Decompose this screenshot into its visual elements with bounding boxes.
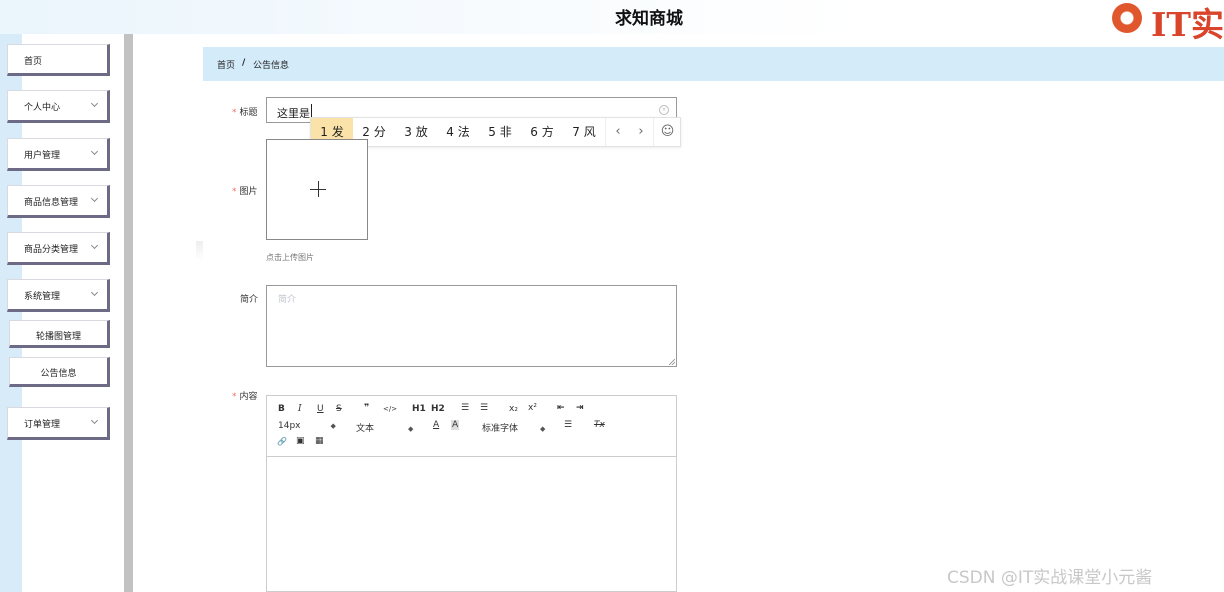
background-color-button[interactable]: A (451, 420, 460, 430)
h2-button[interactable]: H2 (431, 404, 445, 414)
clear-format-button[interactable]: Tx (594, 420, 605, 430)
superscript-button[interactable]: x² (528, 403, 537, 413)
sidebar-item-orders[interactable]: 订单管理 (7, 407, 110, 440)
sidebar-item-product-info[interactable]: 商品信息管理 (7, 185, 110, 218)
clear-icon[interactable]: × (659, 105, 669, 115)
breadcrumb: 首页 / 公告信息 (203, 47, 1224, 81)
select-arrow-icon: ◆ (540, 425, 546, 433)
logo-icon (1112, 3, 1142, 33)
chevron-down-icon (90, 147, 99, 156)
title-input-value: 这里是 (277, 107, 310, 120)
chevron-down-icon (90, 288, 99, 297)
chevron-down-icon (90, 194, 99, 203)
sidebar-item-carousel[interactable]: 轮播图管理 (9, 320, 110, 348)
paragraph-select[interactable]: 文本 ◆ (356, 421, 413, 434)
ordered-list-icon[interactable]: ☰ (461, 403, 469, 413)
rich-text-editor[interactable]: B I U S ❞ </> H1 H2 ☰ ☰ x₂ x² ⇤ ⇥ 14px ◆ … (266, 395, 677, 592)
sidebar-item-label: 首页 (24, 57, 43, 67)
font-family-select[interactable]: 标准字体 ◆ (482, 421, 545, 434)
editor-toolbar: B I U S ❞ </> H1 H2 ☰ ☰ x₂ x² ⇤ ⇥ 14px ◆ … (267, 396, 676, 457)
ime-prev-button[interactable]: ‹ (605, 118, 630, 146)
intro-textarea[interactable]: 简介 (266, 285, 677, 367)
ime-candidate-4[interactable]: 4 法 (437, 118, 479, 146)
breadcrumb-separator: / (242, 58, 246, 68)
link-icon[interactable]: 🔗 (277, 437, 287, 446)
sidebar-item-home[interactable]: 首页 (7, 44, 110, 76)
upload-hint: 点击上传图片 (266, 253, 314, 262)
outdent-icon[interactable]: ⇤ (557, 403, 565, 413)
chevron-down-icon (90, 99, 99, 108)
watermark: CSDN @IT实战课堂小元酱 (947, 568, 1153, 588)
ime-next-button[interactable]: › (629, 118, 653, 146)
sidebar-item-announcement[interactable]: 公告信息 (9, 357, 110, 387)
sidebar-item-label: 商品信息管理 (24, 198, 79, 208)
bullet-list-icon[interactable]: ☰ (480, 403, 488, 413)
sidebar-item-product-category[interactable]: 商品分类管理 (7, 232, 110, 265)
sidebar-item-label: 订单管理 (24, 420, 61, 430)
logo-text: IT实 (1151, 5, 1224, 44)
italic-button[interactable]: I (298, 404, 302, 414)
sidebar-divider (124, 34, 133, 592)
video-icon[interactable]: ▦ (315, 436, 324, 446)
image-label: * 图片 (232, 187, 258, 197)
strike-button[interactable]: S (336, 404, 342, 414)
sidebar-item-label: 商品分类管理 (24, 245, 79, 255)
indent-icon[interactable]: ⇥ (576, 403, 584, 413)
select-arrow-icon: ◆ (408, 425, 414, 433)
sidebar-item-label: 公告信息 (40, 369, 77, 379)
ime-emoji-button[interactable]: ☺ (653, 118, 681, 146)
decorative-shadow (196, 241, 203, 261)
h1-button[interactable]: H1 (412, 404, 426, 414)
image-upload-button[interactable] (266, 139, 368, 240)
font-color-button[interactable]: A (433, 420, 439, 430)
content-label: * 内容 (232, 392, 258, 402)
ime-candidate-7[interactable]: 7 风 (563, 118, 605, 146)
sidebar-item-personal-center[interactable]: 个人中心 (7, 90, 110, 123)
code-icon[interactable]: </> (383, 405, 397, 413)
select-arrow-icon: ◆ (330, 422, 336, 430)
blockquote-icon[interactable]: ❞ (364, 403, 369, 413)
title-label: * 标题 (232, 108, 258, 118)
sidebar-item-user-management[interactable]: 用户管理 (7, 138, 110, 171)
intro-label: 简介 (240, 295, 259, 305)
sidebar-item-label: 轮播图管理 (35, 332, 81, 342)
ime-candidate-6[interactable]: 6 方 (521, 118, 563, 146)
ime-candidate-5[interactable]: 5 非 (479, 118, 521, 146)
chevron-down-icon (90, 416, 99, 425)
subscript-button[interactable]: x₂ (509, 404, 518, 414)
breadcrumb-current: 公告信息 (253, 61, 290, 71)
sidebar-item-system[interactable]: 系统管理 (7, 279, 110, 312)
resize-handle[interactable] (669, 359, 675, 365)
image-icon[interactable]: ▣ (296, 436, 305, 446)
intro-placeholder: 简介 (278, 295, 297, 305)
brand-logo: IT实 (1094, 0, 1224, 44)
text-caret (311, 104, 312, 117)
bold-button[interactable]: B (278, 404, 285, 414)
sidebar-item-label: 系统管理 (24, 292, 61, 302)
underline-button[interactable]: U (317, 404, 324, 414)
font-size-select[interactable]: 14px ◆ (278, 421, 336, 431)
align-icon[interactable]: ☰ (564, 420, 572, 430)
ime-candidate-3[interactable]: 3 放 (395, 118, 437, 146)
top-header: 求知商城 (0, 0, 1224, 34)
app-title: 求知商城 (615, 9, 683, 29)
breadcrumb-home[interactable]: 首页 (217, 58, 235, 71)
sidebar-item-label: 个人中心 (24, 103, 61, 113)
sidebar-item-label: 用户管理 (24, 151, 61, 161)
plus-icon (318, 181, 319, 197)
chevron-down-icon (90, 241, 99, 250)
